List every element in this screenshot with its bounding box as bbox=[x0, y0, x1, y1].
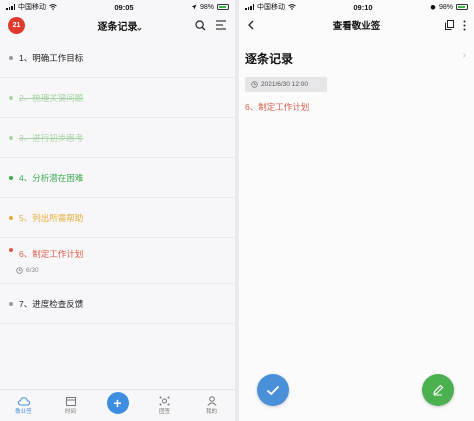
calendar-icon bbox=[65, 397, 76, 406]
bullet-icon bbox=[9, 248, 13, 252]
left-screen: 中国移动 09:05 98% 21 逐条记录 1、明确工作目标 2、梳理关键问题 3… bbox=[0, 0, 235, 421]
detail-item: 6、制定工作计划 bbox=[245, 102, 310, 112]
clock-icon bbox=[16, 267, 23, 274]
tab-mine[interactable]: 我的 bbox=[194, 396, 230, 415]
battery-percent: 98% bbox=[438, 3, 453, 11]
detail-title: 逐条记录 › bbox=[245, 50, 474, 67]
list-item-label: 3、进行初步思考 bbox=[19, 132, 84, 143]
memo-list: 1、明确工作目标 2、梳理关键问题 3、进行初步思考 4、分析潜在困难 5、列出所需帮助… bbox=[0, 36, 235, 324]
pencil-icon bbox=[433, 384, 444, 396]
plus-icon[interactable]: + bbox=[106, 391, 129, 414]
bullet-icon bbox=[9, 95, 13, 100]
clock: 09:05 bbox=[114, 2, 134, 12]
page-title: 查看敬业签 bbox=[332, 21, 381, 32]
menu-icon[interactable] bbox=[216, 20, 227, 30]
person-icon bbox=[206, 396, 217, 406]
search-icon[interactable] bbox=[195, 19, 206, 31]
tab-team[interactable]: 团签 bbox=[147, 396, 183, 415]
list-item-label: 7、进度检查反馈 bbox=[19, 298, 84, 309]
signal-icon bbox=[6, 4, 15, 10]
bullet-icon bbox=[9, 215, 13, 220]
detail-title-text: 逐条记录 bbox=[245, 52, 294, 66]
bullet-icon bbox=[9, 135, 13, 140]
app-header: 21 逐条记录 bbox=[0, 14, 235, 36]
edit-button[interactable] bbox=[422, 374, 454, 406]
location-icon bbox=[191, 4, 197, 10]
carrier-text: 中国移动 bbox=[18, 4, 46, 11]
list-item[interactable]: 6、制定工作计划 6/30 bbox=[0, 238, 235, 284]
bullet-icon bbox=[9, 301, 13, 306]
list-item[interactable]: 1、明确工作目标 bbox=[0, 38, 235, 78]
tab-jingyeqian[interactable]: 敬业签 bbox=[6, 396, 42, 415]
check-icon bbox=[266, 385, 280, 395]
status-bar: 中国移动 09:10 98% bbox=[239, 0, 474, 14]
reminder-meta: 6/30 bbox=[16, 267, 39, 274]
right-screen: 中国移动 09:10 98% 查看敬业签 逐条记录 › 2021/6/30 12… bbox=[239, 0, 474, 421]
tab-label: 团签 bbox=[158, 409, 170, 415]
date-chip: 2021/6/30 12:00 bbox=[245, 77, 327, 92]
wifi-icon bbox=[288, 4, 296, 10]
list-item[interactable]: 3、进行初步思考 bbox=[0, 118, 235, 158]
cloud-icon bbox=[17, 396, 30, 405]
list-item[interactable]: 5、列出所需帮助 bbox=[0, 198, 235, 238]
signal-icon bbox=[245, 4, 254, 10]
clock-icon bbox=[251, 81, 258, 88]
copy-icon[interactable] bbox=[445, 20, 454, 30]
battery-percent: 98% bbox=[199, 3, 214, 11]
chevron-right-icon[interactable]: › bbox=[463, 50, 466, 67]
alarm-icon bbox=[430, 5, 436, 10]
tab-time[interactable]: 时间 bbox=[53, 396, 89, 415]
battery-icon bbox=[455, 4, 468, 10]
carrier-text: 中国移动 bbox=[257, 4, 285, 11]
reminder-date: 6/30 bbox=[26, 267, 39, 274]
list-item-label: 2、梳理关键问题 bbox=[19, 92, 84, 103]
date-text: 2021/6/30 12:00 bbox=[261, 81, 308, 88]
battery-icon bbox=[216, 4, 229, 10]
tab-add[interactable]: + bbox=[100, 391, 136, 420]
team-icon bbox=[159, 396, 170, 406]
tab-label: 敬业签 bbox=[15, 408, 32, 415]
list-item[interactable]: 4、分析潜在困难 bbox=[0, 158, 235, 198]
list-item-label: 5、列出所需帮助 bbox=[19, 212, 84, 223]
detail-header: 查看敬业签 bbox=[239, 14, 474, 36]
back-icon[interactable] bbox=[247, 20, 255, 30]
tab-bar: 敬业签 时间 + 团签 我的 bbox=[0, 389, 235, 421]
chevron-down-icon[interactable] bbox=[137, 26, 142, 31]
complete-button[interactable] bbox=[257, 374, 289, 406]
bullet-icon bbox=[9, 175, 13, 180]
status-bar: 中国移动 09:05 98% bbox=[0, 0, 235, 14]
tab-label: 我的 bbox=[205, 409, 217, 415]
app-logo[interactable]: 21 bbox=[8, 16, 25, 34]
bullet-icon bbox=[9, 55, 13, 60]
tab-label: 时间 bbox=[64, 409, 76, 415]
list-item-label: 1、明确工作目标 bbox=[19, 52, 84, 63]
wifi-icon bbox=[49, 4, 57, 10]
list-item-label: 4、分析潜在困难 bbox=[19, 172, 84, 183]
list-item[interactable]: 2、梳理关键问题 bbox=[0, 78, 235, 118]
clock: 09:10 bbox=[353, 2, 373, 12]
list-item-label: 6、制定工作计划 bbox=[19, 249, 84, 259]
more-icon[interactable] bbox=[463, 20, 466, 31]
list-item[interactable]: 7、进度检查反馈 bbox=[0, 284, 235, 324]
